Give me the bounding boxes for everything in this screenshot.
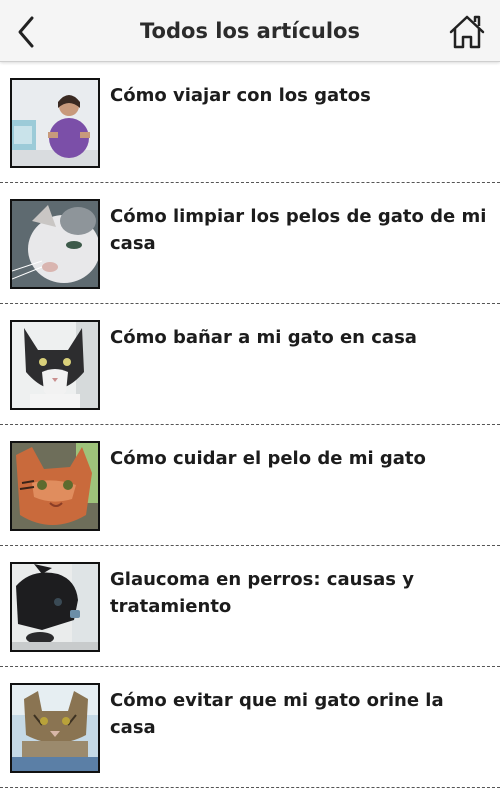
article-thumbnail <box>10 199 100 289</box>
home-icon <box>449 15 485 49</box>
article-thumbnail <box>10 562 100 652</box>
article-item[interactable]: Cómo bañar a mi gato en casa <box>0 304 500 425</box>
page-title: Todos los artículos <box>140 19 360 43</box>
article-thumbnail <box>10 320 100 410</box>
chevron-left-icon <box>18 16 34 48</box>
article-title: Cómo evitar que mi gato orine la casa <box>110 690 444 738</box>
home-button[interactable] <box>446 12 488 52</box>
article-item[interactable]: Cómo evitar que mi gato orine la casa <box>0 667 500 788</box>
article-item[interactable]: Cómo limpiar los pelos de gato de mi cas… <box>0 183 500 304</box>
article-item[interactable]: Glaucoma en perros: causas y tratamiento <box>0 546 500 667</box>
article-title: Cómo cuidar el pelo de mi gato <box>110 448 426 469</box>
app-header: Todos los artículos <box>0 0 500 62</box>
article-title: Cómo viajar con los gatos <box>110 85 371 106</box>
article-thumbnail <box>10 683 100 773</box>
article-item[interactable]: Cómo viajar con los gatos <box>0 62 500 183</box>
article-thumbnail <box>10 78 100 168</box>
article-title: Cómo bañar a mi gato en casa <box>110 327 417 348</box>
article-item[interactable]: Cómo cuidar el pelo de mi gato <box>0 425 500 546</box>
article-list: Cómo viajar con los gatos Cómo limpiar l… <box>0 62 500 788</box>
article-thumbnail <box>10 441 100 531</box>
article-title: Glaucoma en perros: causas y tratamiento <box>110 569 414 617</box>
back-button[interactable] <box>8 12 48 52</box>
article-title: Cómo limpiar los pelos de gato de mi cas… <box>110 206 487 254</box>
